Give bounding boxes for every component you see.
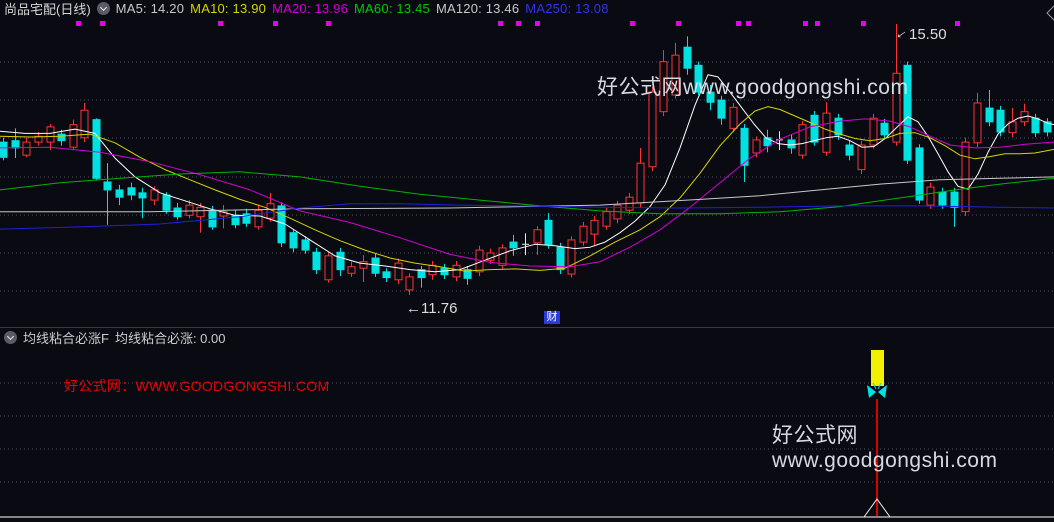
indicator-header: 均线粘合必涨F 均线粘合必涨: 0.00 bbox=[0, 329, 1054, 346]
low-price-annotation: ←11.76 bbox=[406, 300, 458, 317]
ma5-label: MA5: 14.20 bbox=[115, 1, 185, 16]
signal-dots-layer bbox=[76, 21, 960, 26]
high-price-annotation: ←15.50 bbox=[889, 21, 947, 45]
ma20-label: MA20: 13.96 bbox=[272, 1, 349, 16]
ma120-label: MA120: 13.46 bbox=[435, 1, 520, 16]
ma60-label: MA60: 13.45 bbox=[354, 1, 430, 16]
chevron-down-icon[interactable] bbox=[96, 2, 110, 15]
ma-line-MA250 bbox=[0, 203, 1054, 230]
watermark-main: 好公式网www.goodgongshi.com bbox=[597, 76, 909, 99]
indicator-name: 均线粘合必涨F bbox=[23, 331, 109, 346]
promo-text: 好公式网：WWW.GOODGONGSHI.COM bbox=[64, 378, 330, 394]
ma10-label: MA10: 13.90 bbox=[190, 1, 267, 16]
stock-title: 尚品宅配(日线) bbox=[4, 2, 91, 17]
candles-layer bbox=[0, 24, 1052, 295]
signal-bar bbox=[871, 350, 884, 386]
indicator-value: 均线粘合必涨: 0.00 bbox=[114, 331, 226, 346]
chevron-down-icon[interactable] bbox=[4, 331, 17, 344]
stock-chart-window: 尚品宅配(日线) MA5: 14.20 MA10: 13.90 MA20: 13… bbox=[0, 0, 1054, 522]
main-chart-header: 尚品宅配(日线) MA5: 14.20 MA10: 13.90 MA20: 13… bbox=[0, 0, 1054, 17]
ma250-label: MA250: 13.08 bbox=[525, 1, 609, 16]
watermark-sub: 好公式网www.goodgongshi.com bbox=[772, 424, 998, 472]
event-badge-cai[interactable]: 财 bbox=[544, 311, 560, 324]
